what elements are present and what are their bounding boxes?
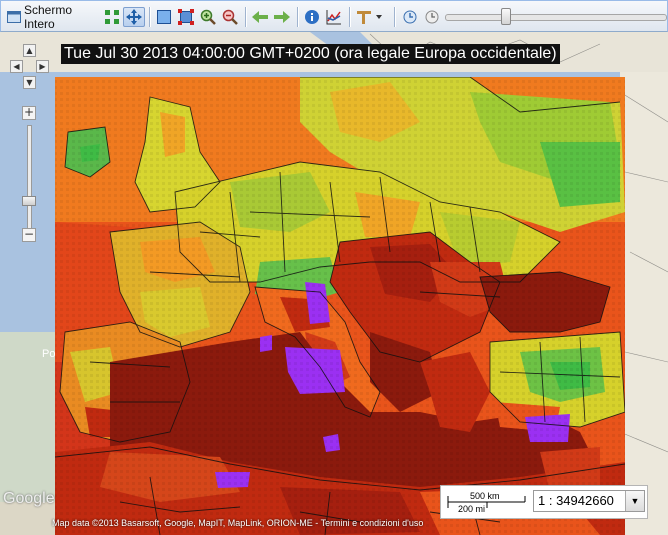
forward-button[interactable] (272, 7, 292, 27)
back-button[interactable] (250, 7, 270, 27)
zoom-in-button[interactable] (198, 7, 218, 27)
fullscreen-icon (7, 11, 21, 23)
info-icon (304, 9, 320, 25)
toolbar-separator (149, 7, 151, 27)
pan-up-button[interactable]: ▲ (23, 44, 36, 57)
zoom-out-icon (222, 9, 238, 25)
zoom-box-icon (156, 9, 172, 25)
zoom-fit-button[interactable] (176, 7, 196, 27)
clock-button[interactable] (423, 7, 441, 27)
zoom-box-button[interactable] (154, 7, 174, 27)
fullscreen-label: Schermo Intero (24, 3, 73, 31)
scale-mi-label: 200 mi (458, 504, 486, 514)
plus-icon: + (23, 105, 35, 119)
chevron-down-icon: ▼ (625, 491, 644, 511)
arrow-right-icon: ▶ (39, 62, 46, 71)
zoom-out-map-button[interactable]: − (22, 228, 36, 242)
zoom-fit-icon (178, 9, 194, 25)
arrow-up-icon: ▲ (26, 46, 33, 55)
history-icon (403, 10, 417, 24)
info-button[interactable] (302, 7, 322, 27)
scale-select[interactable]: 1 : 34942660 ▼ (533, 490, 645, 512)
chart-button[interactable] (324, 7, 344, 27)
zoom-out-button[interactable] (220, 7, 240, 27)
map-place-label: Po (42, 348, 56, 360)
zoom-slider-thumb[interactable] (22, 196, 36, 206)
pan-left-button[interactable]: ◀ (10, 60, 23, 73)
zoom-extent-icon (104, 9, 120, 25)
toolbar-separator (245, 7, 247, 27)
google-logo: Google (3, 490, 55, 507)
zoom-extent-button[interactable] (102, 7, 122, 27)
map-date-label: Tue Jul 30 2013 04:00:00 GMT+0200 (ora l… (61, 44, 560, 64)
pan-down-button[interactable]: ▼ (23, 76, 36, 89)
clock-icon (425, 10, 439, 24)
measure-icon (356, 9, 372, 25)
history-button[interactable] (401, 7, 419, 27)
zoom-slider-track[interactable] (27, 125, 32, 229)
toolbar-separator (297, 7, 299, 27)
scale-ratio-value: 1 : 34942660 (538, 493, 614, 508)
chart-icon (326, 9, 342, 25)
fullscreen-button[interactable]: Schermo Intero (7, 3, 103, 31)
back-icon (252, 11, 268, 23)
zoom-in-icon (200, 9, 216, 25)
toolbar-separator (349, 7, 351, 27)
dropdown-arrow-icon (376, 15, 382, 19)
time-slider-track[interactable] (445, 14, 667, 21)
toolbar: Schermo Intero (0, 0, 668, 32)
zoom-in-map-button[interactable]: + (22, 106, 36, 120)
toolbar-separator (394, 7, 396, 27)
scale-km-label: 500 km (470, 491, 500, 501)
map-attribution[interactable]: Map data ©2013 Basarsoft, Google, MapIT,… (52, 518, 423, 528)
pan-button[interactable] (123, 7, 145, 27)
time-slider-thumb[interactable] (501, 8, 511, 25)
temperature-overlay: Baltic Sea (55, 45, 625, 535)
pan-icon (126, 9, 142, 25)
measure-button[interactable] (354, 7, 384, 27)
forward-icon (274, 11, 290, 23)
pan-right-button[interactable]: ▶ (36, 60, 49, 73)
map-application: Schermo Intero Tue Jul 30 2013 04:00:00 … (0, 0, 668, 535)
arrow-down-icon: ▼ (26, 78, 33, 87)
arrow-left-icon: ◀ (13, 62, 20, 71)
minus-icon: − (23, 227, 35, 241)
map-view[interactable]: Baltic Sea Tue Jul 30 2013 04:00:00 GMT+… (0, 32, 668, 535)
